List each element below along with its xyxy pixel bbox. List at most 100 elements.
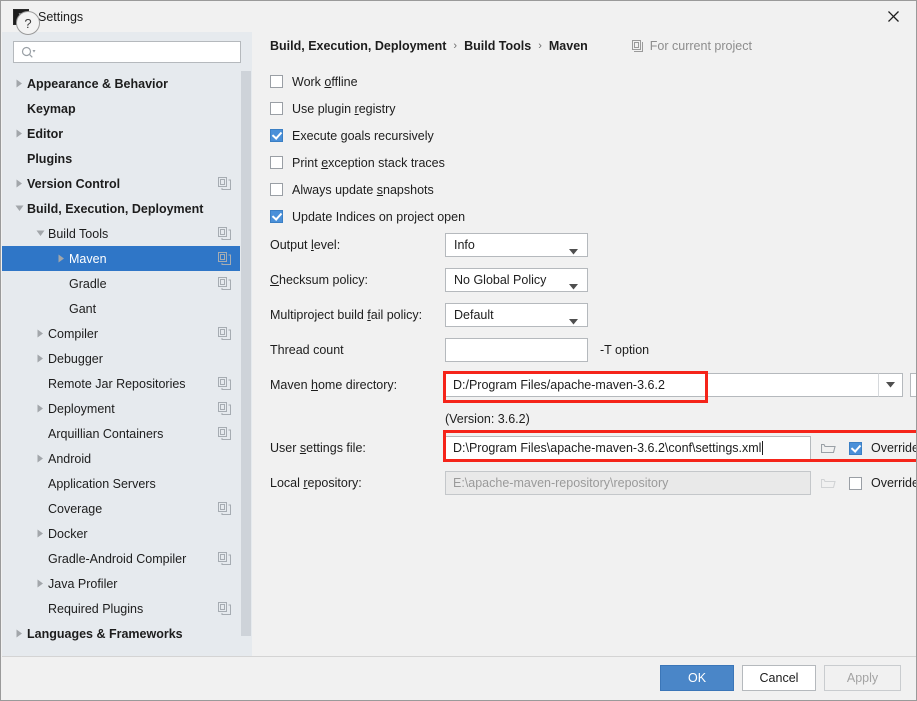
help-button[interactable]: ? bbox=[16, 11, 40, 35]
checkbox-checked-icon bbox=[270, 210, 283, 223]
tree-arrow-placeholder bbox=[32, 371, 48, 396]
sidebar-scrollbar[interactable] bbox=[240, 71, 252, 656]
chevron-right-icon[interactable] bbox=[32, 446, 48, 471]
checkbox-execute-goals-recursively[interactable]: Execute goals recursively bbox=[270, 127, 434, 144]
sidebar-item-label: Gradle bbox=[69, 276, 107, 291]
output-level-label: Output level: bbox=[270, 238, 341, 252]
maven-home-row: Maven home directory: D:/Program Files/a… bbox=[270, 373, 916, 397]
sidebar-item-debugger[interactable]: Debugger bbox=[2, 346, 252, 371]
search-box[interactable] bbox=[13, 41, 241, 63]
sidebar-item-deployment[interactable]: Deployment bbox=[2, 396, 252, 421]
chevron-down-icon[interactable] bbox=[32, 221, 48, 246]
user-settings-browse-icon[interactable] bbox=[816, 437, 840, 459]
chevron-right-icon[interactable] bbox=[11, 621, 27, 646]
checksum-policy-combobox[interactable]: No Global Policy bbox=[445, 268, 588, 292]
chevron-right-icon[interactable] bbox=[32, 521, 48, 546]
cancel-button[interactable]: Cancel bbox=[742, 665, 816, 691]
sidebar-item-plugins[interactable]: Plugins bbox=[2, 146, 252, 171]
thread-count-input[interactable] bbox=[445, 338, 588, 362]
ok-button[interactable]: OK bbox=[660, 665, 734, 691]
tree-arrow-placeholder bbox=[53, 296, 69, 321]
search-input[interactable] bbox=[40, 44, 229, 60]
fail-policy-combobox[interactable]: Default bbox=[445, 303, 588, 327]
sidebar-item-application-servers[interactable]: Application Servers bbox=[2, 471, 252, 496]
maven-home-value: D:/Program Files/apache-maven-3.6.2 bbox=[453, 378, 665, 392]
close-icon[interactable] bbox=[870, 1, 916, 32]
maven-home-input[interactable]: D:/Program Files/apache-maven-3.6.2 bbox=[445, 373, 878, 397]
chevron-right-icon[interactable] bbox=[32, 571, 48, 596]
breadcrumb-item-0[interactable]: Build, Execution, Deployment bbox=[270, 39, 446, 53]
sidebar-item-build-tools[interactable]: Build Tools bbox=[2, 221, 252, 246]
maven-version-note: (Version: 3.6.2) bbox=[445, 412, 530, 426]
sidebar-item-gradle[interactable]: Gradle bbox=[2, 271, 252, 296]
sidebar-item-label: Version Control bbox=[27, 176, 121, 191]
local-repository-value: E:\apache-maven-repository\repository bbox=[453, 476, 669, 490]
checkbox-label: Execute goals recursively bbox=[292, 128, 434, 143]
tree-arrow-placeholder bbox=[32, 596, 48, 621]
sidebar-item-maven[interactable]: Maven bbox=[2, 246, 252, 271]
user-settings-row: User settings file: D:\Program Files\apa… bbox=[270, 436, 916, 460]
tree-arrow-placeholder bbox=[11, 146, 27, 171]
checkbox-update-indices-on-project-open[interactable]: Update Indices on project open bbox=[270, 208, 465, 225]
chevron-right-icon[interactable] bbox=[53, 246, 69, 271]
sidebar-item-label: Keymap bbox=[27, 101, 76, 116]
sidebar-scrollbar-thumb[interactable] bbox=[241, 71, 251, 636]
output-level-combobox[interactable]: Info bbox=[445, 233, 588, 257]
breadcrumb-item-2[interactable]: Maven bbox=[549, 39, 588, 53]
apply-button[interactable]: Apply bbox=[824, 665, 901, 691]
chevron-down-icon[interactable] bbox=[11, 196, 27, 221]
checkbox-checked-icon bbox=[270, 129, 283, 142]
project-scope-icon bbox=[218, 427, 231, 440]
sidebar-item-arquillian-containers[interactable]: Arquillian Containers bbox=[2, 421, 252, 446]
settings-sidebar: Appearance & Behavior Keymap Editor Plugins… bbox=[2, 32, 252, 656]
fail-policy-value: Default bbox=[454, 308, 494, 322]
sidebar-item-android[interactable]: Android bbox=[2, 446, 252, 471]
checkbox-label: Update Indices on project open bbox=[292, 209, 466, 224]
sidebar-item-coverage[interactable]: Coverage bbox=[2, 496, 252, 521]
user-settings-override-checkbox[interactable]: Override bbox=[849, 441, 916, 455]
sidebar-item-label: Android bbox=[48, 451, 92, 466]
tree-arrow-placeholder bbox=[32, 496, 48, 521]
sidebar-item-remote-jar-repositories[interactable]: Remote Jar Repositories bbox=[2, 371, 252, 396]
sidebar-item-label: Docker bbox=[48, 526, 88, 541]
sidebar-item-editor[interactable]: Editor bbox=[2, 121, 252, 146]
sidebar-item-java-profiler[interactable]: Java Profiler bbox=[2, 571, 252, 596]
sidebar-item-keymap[interactable]: Keymap bbox=[2, 96, 252, 121]
window-title: Settings bbox=[38, 9, 84, 24]
sidebar-item-version-control[interactable]: Version Control bbox=[2, 171, 252, 196]
sidebar-item-required-plugins[interactable]: Required Plugins bbox=[2, 596, 252, 621]
breadcrumb-separator: › bbox=[538, 40, 542, 52]
chevron-right-icon[interactable] bbox=[11, 171, 27, 196]
user-settings-input[interactable]: D:\Program Files\apache-maven-3.6.2\conf… bbox=[445, 436, 811, 460]
sidebar-item-docker[interactable]: Docker bbox=[2, 521, 252, 546]
sidebar-item-languages-frameworks[interactable]: Languages & Frameworks bbox=[2, 621, 252, 646]
breadcrumb-item-1[interactable]: Build Tools bbox=[464, 39, 531, 53]
checkbox-always-update-snapshots[interactable]: Always update snapshots bbox=[270, 181, 434, 198]
chevron-right-icon[interactable] bbox=[32, 396, 48, 421]
sidebar-item-compiler[interactable]: Compiler bbox=[2, 321, 252, 346]
user-settings-value: D:\Program Files\apache-maven-3.6.2\conf… bbox=[453, 441, 762, 455]
project-scope-text: For current project bbox=[649, 39, 752, 53]
maven-home-browse-button[interactable] bbox=[910, 373, 916, 397]
checkbox-use-plugin-registry[interactable]: Use plugin registry bbox=[270, 100, 396, 117]
search-icon bbox=[21, 46, 36, 59]
sidebar-item-label: Build, Execution, Deployment bbox=[27, 201, 204, 216]
chevron-right-icon[interactable] bbox=[32, 321, 48, 346]
local-repository-override-checkbox[interactable]: Override bbox=[849, 476, 916, 490]
chevron-right-icon[interactable] bbox=[32, 346, 48, 371]
sidebar-item-build-execution-deployment[interactable]: Build, Execution, Deployment bbox=[2, 196, 252, 221]
chevron-right-icon[interactable] bbox=[11, 71, 27, 96]
local-repository-label: Local repository: bbox=[270, 476, 362, 490]
sidebar-item-appearance-behavior[interactable]: Appearance & Behavior bbox=[2, 71, 252, 96]
sidebar-item-label: Deployment bbox=[48, 401, 115, 416]
project-scope-icon bbox=[218, 402, 231, 415]
checkbox-print-exception-stack-traces[interactable]: Print exception stack traces bbox=[270, 154, 445, 171]
chevron-down-icon bbox=[569, 279, 578, 293]
sidebar-item-gradle-android-compiler[interactable]: Gradle-Android Compiler bbox=[2, 546, 252, 571]
checkbox-label: Always update snapshots bbox=[292, 182, 434, 197]
checkbox-work-offline[interactable]: Work offline bbox=[270, 73, 358, 90]
tree-arrow-placeholder bbox=[53, 271, 69, 296]
chevron-right-icon[interactable] bbox=[11, 121, 27, 146]
sidebar-item-gant[interactable]: Gant bbox=[2, 296, 252, 321]
maven-home-dropdown-button[interactable] bbox=[878, 373, 903, 397]
